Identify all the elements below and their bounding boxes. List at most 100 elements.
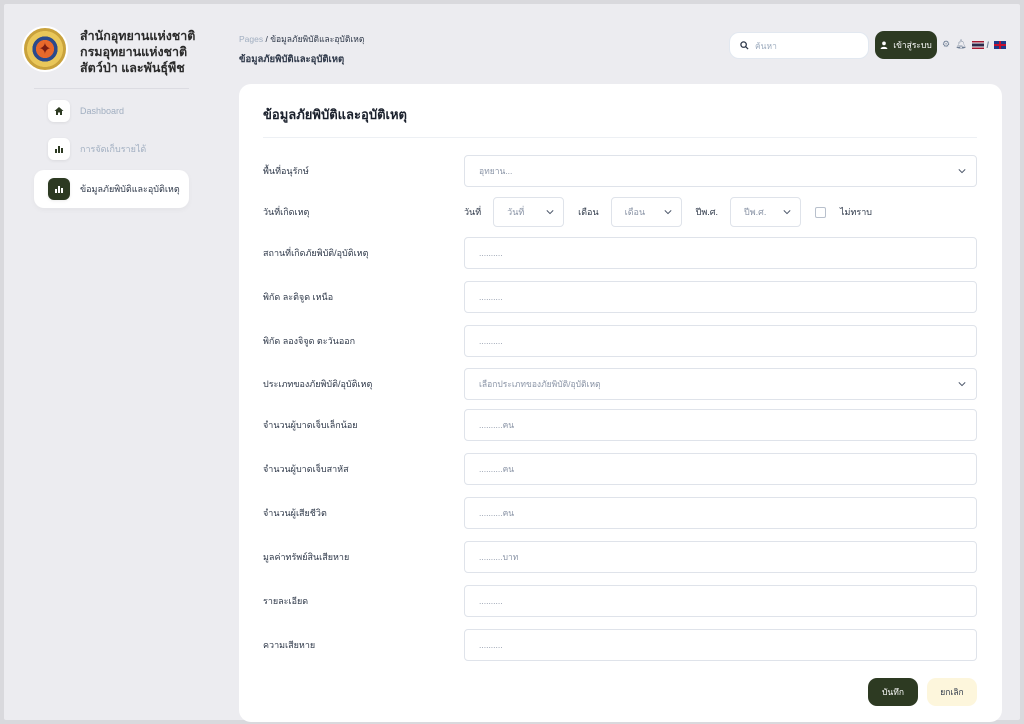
page-title: ข้อมูลภัยพิบัติและอุบัติเหตุ xyxy=(239,54,345,65)
brand-name: สำนักอุทยานแห่งชาติ กรมอุทยานแห่งชาติ สั… xyxy=(80,28,195,76)
sidebar-item-dashboard[interactable]: Dashboard xyxy=(34,92,189,130)
search-box[interactable] xyxy=(729,32,869,59)
date-label: วันที่เกิดเหตุ xyxy=(263,207,310,217)
chevron-down-icon xyxy=(546,210,554,215)
sidebar-item-disaster[interactable]: ข้อมูลภัยพิบัติและอุบัติเหตุ xyxy=(34,170,189,208)
sidebar-nav: Dashboard การจัดเก็บรายได้ ข้อมูลภัยพิบั… xyxy=(34,92,189,208)
property-loss-field-wrap xyxy=(464,541,977,573)
breadcrumb-separator: / xyxy=(265,34,268,44)
form-row-park: พื้นที่อนุรักษ์ อุทยาน... xyxy=(263,155,977,187)
day-select[interactable]: วันที่ xyxy=(493,197,565,227)
brand-line: สัตว์ป่า และพันธุ์พืช xyxy=(80,61,185,75)
park-select[interactable]: อุทยาน... xyxy=(464,155,977,187)
form-row-serious-injured: จำนวนผู้บาดเจ็บสาหัส xyxy=(263,453,977,485)
form-row-deaths: จำนวนผู้เสียชีวิต xyxy=(263,497,977,529)
form-row-minor-injured: จำนวนผู้บาดเจ็บเล็กน้อย xyxy=(263,409,977,441)
sidebar-item-label: ข้อมูลภัยพิบัติและอุบัติเหตุ xyxy=(80,184,180,194)
bar-chart-icon xyxy=(48,138,70,160)
minor-injured-label: จำนวนผู้บาดเจ็บเล็กน้อย xyxy=(263,420,358,430)
search-icon xyxy=(740,41,749,50)
login-label: เข้าสู่ระบบ xyxy=(893,40,932,50)
user-icon xyxy=(880,41,888,49)
location-field-wrap xyxy=(464,237,977,269)
login-button[interactable]: เข้าสู่ระบบ xyxy=(875,31,937,59)
breadcrumb-path: Pages / ข้อมูลภัยพิบัติและอุบัติเหตุ xyxy=(239,32,364,46)
sidebar-divider xyxy=(34,88,189,89)
park-select-value: อุทยาน... xyxy=(479,166,513,176)
form-card: ข้อมูลภัยพิบัติและอุบัติเหตุ พื้นที่อนุร… xyxy=(239,84,1002,722)
breadcrumb-current: ข้อมูลภัยพิบัติและอุบัติเหตุ xyxy=(270,34,365,44)
serious-injured-input[interactable] xyxy=(479,464,976,474)
form-title: ข้อมูลภัยพิบัติและอุบัติเหตุ xyxy=(263,107,407,122)
form-row-type: ประเภทของภัยพิบัติ/อุบัติเหตุ เลือกประเภ… xyxy=(263,368,977,400)
sidebar-item-label: การจัดเก็บรายได้ xyxy=(80,144,147,154)
brand-line: กรมอุทยานแห่งชาติ xyxy=(80,45,188,59)
breadcrumb: Pages / ข้อมูลภัยพิบัติและอุบัติเหตุ ข้อ… xyxy=(239,32,364,67)
property-loss-label: มูลค่าทรัพย์สินเสียหาย xyxy=(263,552,350,562)
deaths-field-wrap xyxy=(464,497,977,529)
form-row-longitude: พิกัด ลองจิจูด ตะวันออก xyxy=(263,325,977,357)
deaths-label: จำนวนผู้เสียชีวิต xyxy=(263,508,327,518)
details-field-wrap xyxy=(464,585,977,617)
form-row-location: สถานที่เกิดภัยพิบัติ/อุบัติเหตุ xyxy=(263,237,977,269)
app-window: ✦ สำนักอุทยานแห่งชาติ กรมอุทยานแห่งชาติ … xyxy=(4,4,1020,722)
chevron-down-icon xyxy=(783,210,791,215)
home-icon xyxy=(48,100,70,122)
damage-field-wrap xyxy=(464,629,977,661)
chevron-down-icon xyxy=(958,382,966,387)
sidebar-item-label: Dashboard xyxy=(80,106,125,116)
day-label: วันที่ xyxy=(464,207,482,217)
location-input[interactable] xyxy=(479,248,976,258)
form-row-property-loss: มูลค่าทรัพย์สินเสียหาย xyxy=(263,541,977,573)
brand-line: สำนักอุทยานแห่งชาติ xyxy=(80,29,196,43)
minor-injured-field-wrap xyxy=(464,409,977,441)
year-label: ปีพ.ศ. xyxy=(695,207,718,217)
details-input[interactable] xyxy=(479,596,976,606)
details-label: รายละเอียด xyxy=(263,596,309,606)
property-loss-input[interactable] xyxy=(479,552,976,562)
form-divider xyxy=(263,137,977,138)
lang-separator: / xyxy=(986,39,990,50)
unknown-date-label: ไม่ทราบ xyxy=(839,207,872,217)
form-row-details: รายละเอียด xyxy=(263,585,977,617)
header-actions: ⚙ 🔔︎ / xyxy=(942,39,1009,50)
location-label: สถานที่เกิดภัยพิบัติ/อุบัติเหตุ xyxy=(263,248,369,258)
month-select[interactable]: เดือน xyxy=(610,197,682,227)
thai-flag-icon[interactable] xyxy=(971,40,984,49)
chevron-down-icon xyxy=(958,169,966,174)
uk-flag-icon[interactable] xyxy=(994,40,1007,49)
latitude-input[interactable] xyxy=(479,292,976,302)
type-label: ประเภทของภัยพิบัติ/อุบัติเหตุ xyxy=(263,379,373,389)
dept-seal-icon: ✦ xyxy=(22,26,68,72)
deaths-input[interactable] xyxy=(479,508,976,518)
damage-label: ความเสียหาย xyxy=(263,640,316,650)
form-row-date: วันที่เกิดเหตุ วันที่ วันที่ เดือน เดือน… xyxy=(263,196,977,228)
unknown-date-checkbox[interactable] xyxy=(814,206,826,218)
sidebar-item-revenue[interactable]: การจัดเก็บรายได้ xyxy=(34,130,189,168)
year-select[interactable]: ปีพ.ศ. xyxy=(729,197,801,227)
date-group: วันที่ วันที่ เดือน เดือน ปีพ.ศ. ปีพ.ศ. … xyxy=(464,197,884,227)
longitude-input[interactable] xyxy=(479,336,976,346)
search-input[interactable] xyxy=(755,40,855,51)
form-row-damage: ความเสียหาย xyxy=(263,629,977,661)
breadcrumb-root[interactable]: Pages xyxy=(239,34,263,44)
brand: ✦ สำนักอุทยานแห่งชาติ กรมอุทยานแห่งชาติ … xyxy=(22,26,195,84)
damage-input[interactable] xyxy=(479,640,976,650)
serious-injured-field-wrap xyxy=(464,453,977,485)
longitude-label: พิกัด ลองจิจูด ตะวันออก xyxy=(263,336,356,346)
type-select-value: เลือกประเภทของภัยพิบัติ/อุบัติเหตุ xyxy=(479,379,601,389)
latitude-label: พิกัด ละติจูด เหนือ xyxy=(263,292,334,302)
bar-chart-icon xyxy=(48,178,70,200)
cancel-button[interactable]: ยกเลิก xyxy=(927,678,977,706)
minor-injured-input[interactable] xyxy=(479,420,976,430)
gear-icon[interactable]: ⚙ xyxy=(942,39,950,50)
day-select-value: วันที่ xyxy=(507,207,525,217)
month-select-value: เดือน xyxy=(624,207,646,217)
serious-injured-label: จำนวนผู้บาดเจ็บสาหัส xyxy=(263,464,349,474)
save-button[interactable]: บันทึก xyxy=(868,678,918,706)
year-select-value: ปีพ.ศ. xyxy=(743,207,767,217)
longitude-field-wrap xyxy=(464,325,977,357)
type-select[interactable]: เลือกประเภทของภัยพิบัติ/อุบัติเหตุ xyxy=(464,368,977,400)
park-label: พื้นที่อนุรักษ์ xyxy=(263,166,309,176)
bell-icon[interactable]: 🔔︎ xyxy=(955,39,966,50)
